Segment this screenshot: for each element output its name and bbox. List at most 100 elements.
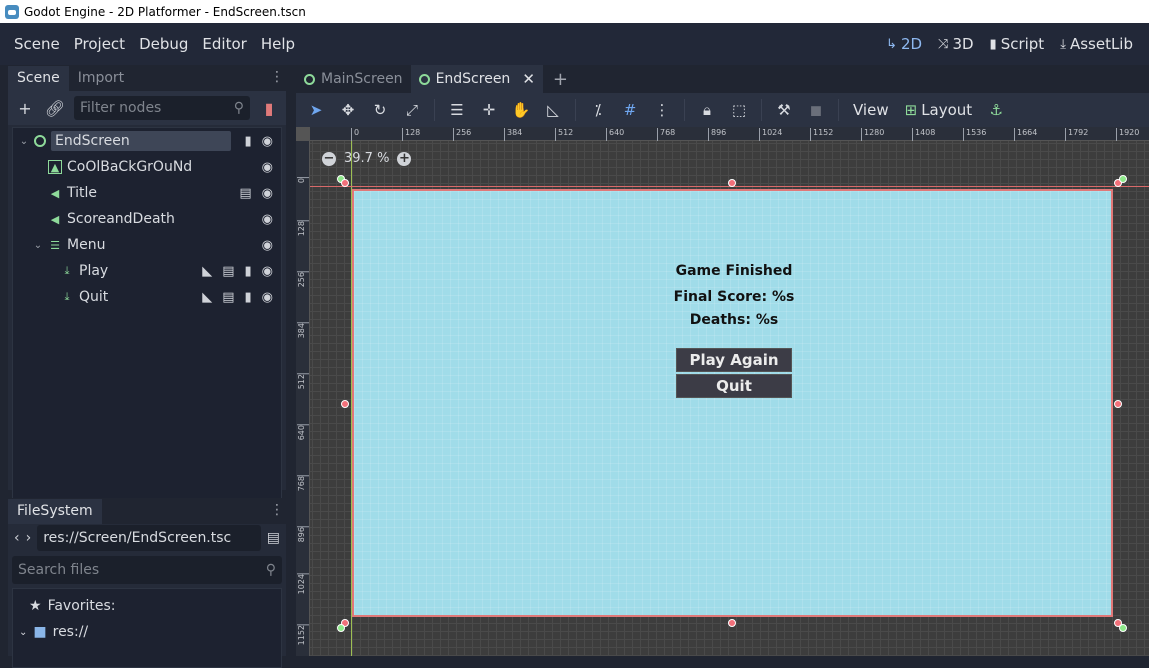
resize-handle[interactable] [341, 179, 349, 187]
anchor-handle[interactable] [1119, 624, 1127, 632]
tree-row-quit[interactable]: ⤓ Quit ◣ ▤ ▮ ◉ [13, 284, 281, 310]
dock-menu-icon[interactable]: ⋮ [270, 502, 284, 518]
snap-options-icon[interactable]: ⋮ [648, 97, 676, 123]
tab-import[interactable]: Import [69, 66, 133, 91]
tree-row-endscreen[interactable]: ⌄ EndScreen ▮ ◉ [13, 128, 281, 154]
fs-root-row[interactable]: ⌄ ■ res:// [13, 619, 281, 645]
menu-debug[interactable]: Debug [132, 35, 195, 53]
node-label: Title [67, 185, 98, 201]
workspace-script-label: Script [1000, 35, 1045, 53]
fs-path-input[interactable]: res://Screen/EndScreen.tsc [37, 525, 261, 551]
final-score-label[interactable]: Final Score: %s [634, 289, 834, 305]
tab-filesystem[interactable]: FileSystem [8, 499, 102, 524]
resize-handle[interactable] [1114, 400, 1122, 408]
script-remove-icon[interactable]: ▮ [258, 99, 280, 118]
grid-snap-icon[interactable]: # [616, 97, 644, 123]
anchor-handle[interactable] [1119, 175, 1127, 183]
group-icon[interactable]: ⬚ [725, 97, 753, 123]
signal-icon[interactable]: ◣ [202, 264, 212, 279]
ruler-tool-icon[interactable]: ◺ [539, 97, 567, 123]
tab-mainscreen[interactable]: MainScreen [296, 65, 411, 93]
scene-circle-icon [418, 73, 430, 85]
collapse-arrow-icon[interactable]: ⌄ [33, 240, 43, 251]
canvas-viewport[interactable]: 0 128 256 384 512 640 768 896 1024 1152 … [296, 127, 1149, 656]
select-tool-icon[interactable]: ➤ [302, 97, 330, 123]
ruler-h-tick: 1280 [861, 128, 884, 141]
script-attached-icon[interactable]: ▮ [245, 134, 252, 149]
visibility-eye-icon[interactable]: ◉ [262, 212, 273, 227]
resize-handle[interactable] [728, 179, 736, 187]
pan-tool-icon[interactable]: ✋ [507, 97, 535, 123]
view-menu-button[interactable]: View [847, 101, 895, 119]
tree-row-scoreanddeath[interactable]: ◀ ScoreandDeath ◉ [13, 206, 281, 232]
layout-menu-button[interactable]: ⊞ Layout [899, 101, 979, 119]
smart-snap-icon[interactable]: ⁒ [584, 97, 612, 123]
search-files-input[interactable]: Search files ⚲ [12, 556, 282, 584]
add-tab-icon[interactable]: + [543, 65, 578, 93]
zoom-out-icon[interactable]: − [322, 151, 336, 166]
ruler-h-tick: 0 [351, 128, 359, 141]
tab-scene[interactable]: Scene [8, 66, 69, 91]
fs-favorites-row[interactable]: ★ Favorites: [13, 593, 281, 619]
script-attached-icon[interactable]: ▮ [245, 264, 252, 279]
clapper-icon[interactable]: ▤ [222, 290, 234, 305]
game-title-label[interactable]: Game Finished [634, 263, 834, 279]
clapper-icon[interactable]: ▤ [222, 264, 234, 279]
menu-help[interactable]: Help [254, 35, 302, 53]
filter-nodes-input[interactable]: Filter nodes ⚲ [74, 96, 250, 120]
resize-handle[interactable] [728, 619, 736, 627]
back-arrow-icon[interactable]: ‹ [14, 530, 20, 546]
workspace-2d-button[interactable]: ↳ 2D [886, 35, 922, 53]
visibility-eye-icon[interactable]: ◉ [262, 238, 273, 253]
script-attached-icon[interactable]: ▮ [245, 290, 252, 305]
zoom-in-icon[interactable]: + [397, 151, 412, 166]
quit-button[interactable]: Quit [676, 374, 792, 398]
signal-icon[interactable]: ◣ [202, 290, 212, 305]
resize-handle[interactable] [341, 400, 349, 408]
visibility-eye-icon[interactable]: ◉ [262, 264, 273, 279]
visibility-eye-icon[interactable]: ◉ [262, 290, 273, 305]
forward-arrow-icon[interactable]: › [26, 530, 32, 546]
anchor-handle[interactable] [337, 624, 345, 632]
control-node-icon [34, 135, 46, 147]
list-select-icon[interactable]: ☰ [443, 97, 471, 123]
visibility-eye-icon[interactable]: ◉ [262, 160, 273, 175]
tree-row-title[interactable]: ◀ Title ▤ ◉ [13, 180, 281, 206]
split-view-icon[interactable]: ▤ [267, 530, 280, 546]
collapse-arrow-icon[interactable]: ⌄ [19, 136, 29, 147]
pivot-tool-icon[interactable]: ✛ [475, 97, 503, 123]
lock-icon[interactable]: 🔒︎ [693, 97, 721, 123]
search-files-placeholder: Search files [18, 562, 100, 578]
workspace-assetlib-button[interactable]: ⤓ AssetLib [1060, 35, 1133, 53]
deaths-label[interactable]: Deaths: %s [634, 312, 834, 328]
tab-endscreen[interactable]: EndScreen ✕ [410, 65, 543, 93]
fs-tree: ★ Favorites: ⌄ ■ res:// [12, 588, 282, 668]
dock-menu-icon[interactable]: ⋮ [270, 69, 284, 85]
collapse-arrow-icon[interactable]: ⌄ [19, 627, 27, 638]
workspace-script-button[interactable]: ▮ Script [990, 35, 1045, 53]
workspace-3d-button[interactable]: ⤨ 3D [938, 35, 974, 53]
godot-logo-icon [5, 4, 19, 19]
menu-project[interactable]: Project [67, 35, 132, 53]
move-tool-icon[interactable]: ✥ [334, 97, 362, 123]
rotate-tool-icon[interactable]: ↻ [366, 97, 394, 123]
camera-override-icon[interactable]: ◼ [802, 97, 830, 123]
close-icon[interactable]: ✕ [522, 70, 535, 88]
play-again-button[interactable]: Play Again [676, 348, 792, 372]
tree-row-play[interactable]: ⤓ Play ◣ ▤ ▮ ◉ [13, 258, 281, 284]
clapper-icon[interactable]: ▤ [239, 186, 251, 201]
scale-tool-icon[interactable]: ⤢ [398, 97, 426, 123]
anchor-icon[interactable]: ⚓ [982, 97, 1010, 123]
menu-editor[interactable]: Editor [195, 35, 253, 53]
add-node-icon[interactable]: + [14, 99, 36, 118]
visibility-eye-icon[interactable]: ◉ [262, 134, 273, 149]
scene-circle-icon [304, 73, 315, 85]
link-icon[interactable]: 🔗︎ [44, 99, 66, 118]
menu-scene[interactable]: Scene [0, 35, 67, 53]
tree-row-menu[interactable]: ⌄ ☰ Menu ◉ [13, 232, 281, 258]
tree-row-background[interactable]: ▲ CoOlBaCkGrOuNd ◉ [13, 154, 281, 180]
visibility-eye-icon[interactable]: ◉ [262, 186, 273, 201]
ruler-h-tick: 256 [453, 128, 471, 141]
skeleton-icon[interactable]: ⚒ [770, 97, 798, 123]
endscreen-control-rect[interactable]: Game Finished Final Score: %s Deaths: %s… [352, 189, 1113, 617]
